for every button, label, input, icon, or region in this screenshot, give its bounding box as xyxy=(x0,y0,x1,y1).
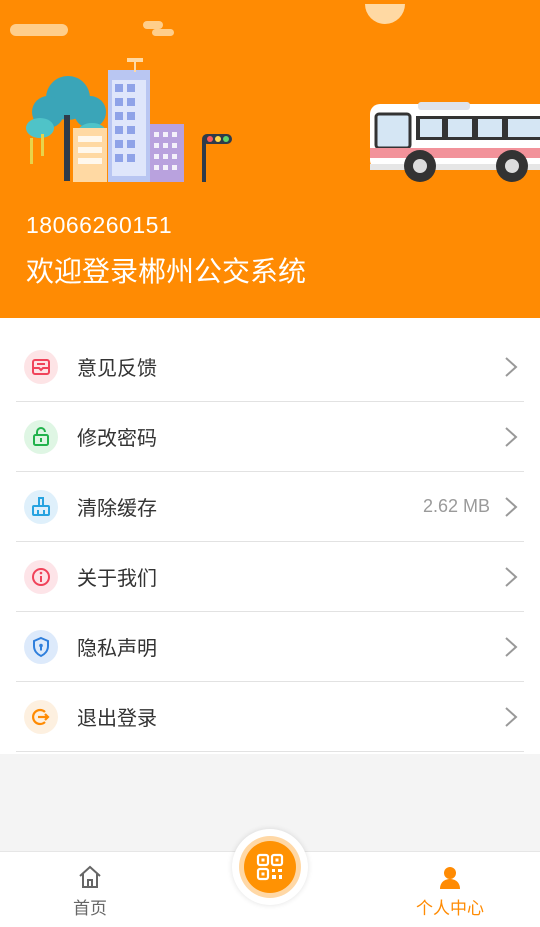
menu-item-label: 退出登录 xyxy=(77,706,157,730)
tab-home-label: 首页 xyxy=(73,899,107,919)
chevron-right-icon xyxy=(505,706,518,727)
menu-item-about-us[interactable]: 关于我们 xyxy=(16,542,524,612)
chevron-right-icon xyxy=(505,496,518,517)
chevron-right-icon xyxy=(505,566,518,587)
logout-icon xyxy=(24,699,58,734)
menu-item-clear-cache[interactable]: 清除缓存 2.62 MB xyxy=(16,472,524,542)
scan-qr-button[interactable] xyxy=(232,829,308,905)
feedback-envelope-icon xyxy=(24,349,58,384)
chevron-right-icon xyxy=(505,426,518,447)
user-phone: 18066260151 xyxy=(26,212,173,238)
menu-item-label: 关于我们 xyxy=(77,566,157,590)
shield-icon xyxy=(24,629,58,664)
scan-button-ring xyxy=(239,836,301,898)
menu-item-label: 隐私声明 xyxy=(77,636,157,660)
broom-icon xyxy=(24,489,58,524)
home-icon xyxy=(79,865,101,888)
menu-item-feedback[interactable]: 意见反馈 xyxy=(16,332,524,402)
scan-button-core xyxy=(244,841,296,893)
person-icon xyxy=(440,867,460,889)
tab-home[interactable]: 首页 xyxy=(30,864,150,919)
menu-item-label: 清除缓存 xyxy=(77,496,157,520)
chevron-right-icon xyxy=(505,636,518,657)
unlock-icon xyxy=(24,419,58,454)
tab-profile-label: 个人中心 xyxy=(416,899,484,919)
info-icon xyxy=(24,559,58,594)
menu-item-label: 修改密码 xyxy=(77,426,157,450)
menu-item-privacy[interactable]: 隐私声明 xyxy=(16,612,524,682)
profile-header: 18066260151 欢迎登录郴州公交系统 xyxy=(0,0,540,318)
qr-code-icon xyxy=(256,853,284,881)
settings-menu: 意见反馈 修改密码 清除缓存 2.62 MB 关于我们 隐私声明 退出登录 xyxy=(0,318,540,754)
cache-size-value: 2.62 MB xyxy=(422,496,490,516)
welcome-title: 欢迎登录郴州公交系统 xyxy=(26,255,307,288)
menu-item-label: 意见反馈 xyxy=(77,356,157,380)
tab-profile[interactable]: 个人中心 xyxy=(390,864,510,919)
chevron-right-icon xyxy=(505,356,518,377)
menu-item-change-password[interactable]: 修改密码 xyxy=(16,402,524,472)
menu-item-logout[interactable]: 退出登录 xyxy=(16,682,524,752)
